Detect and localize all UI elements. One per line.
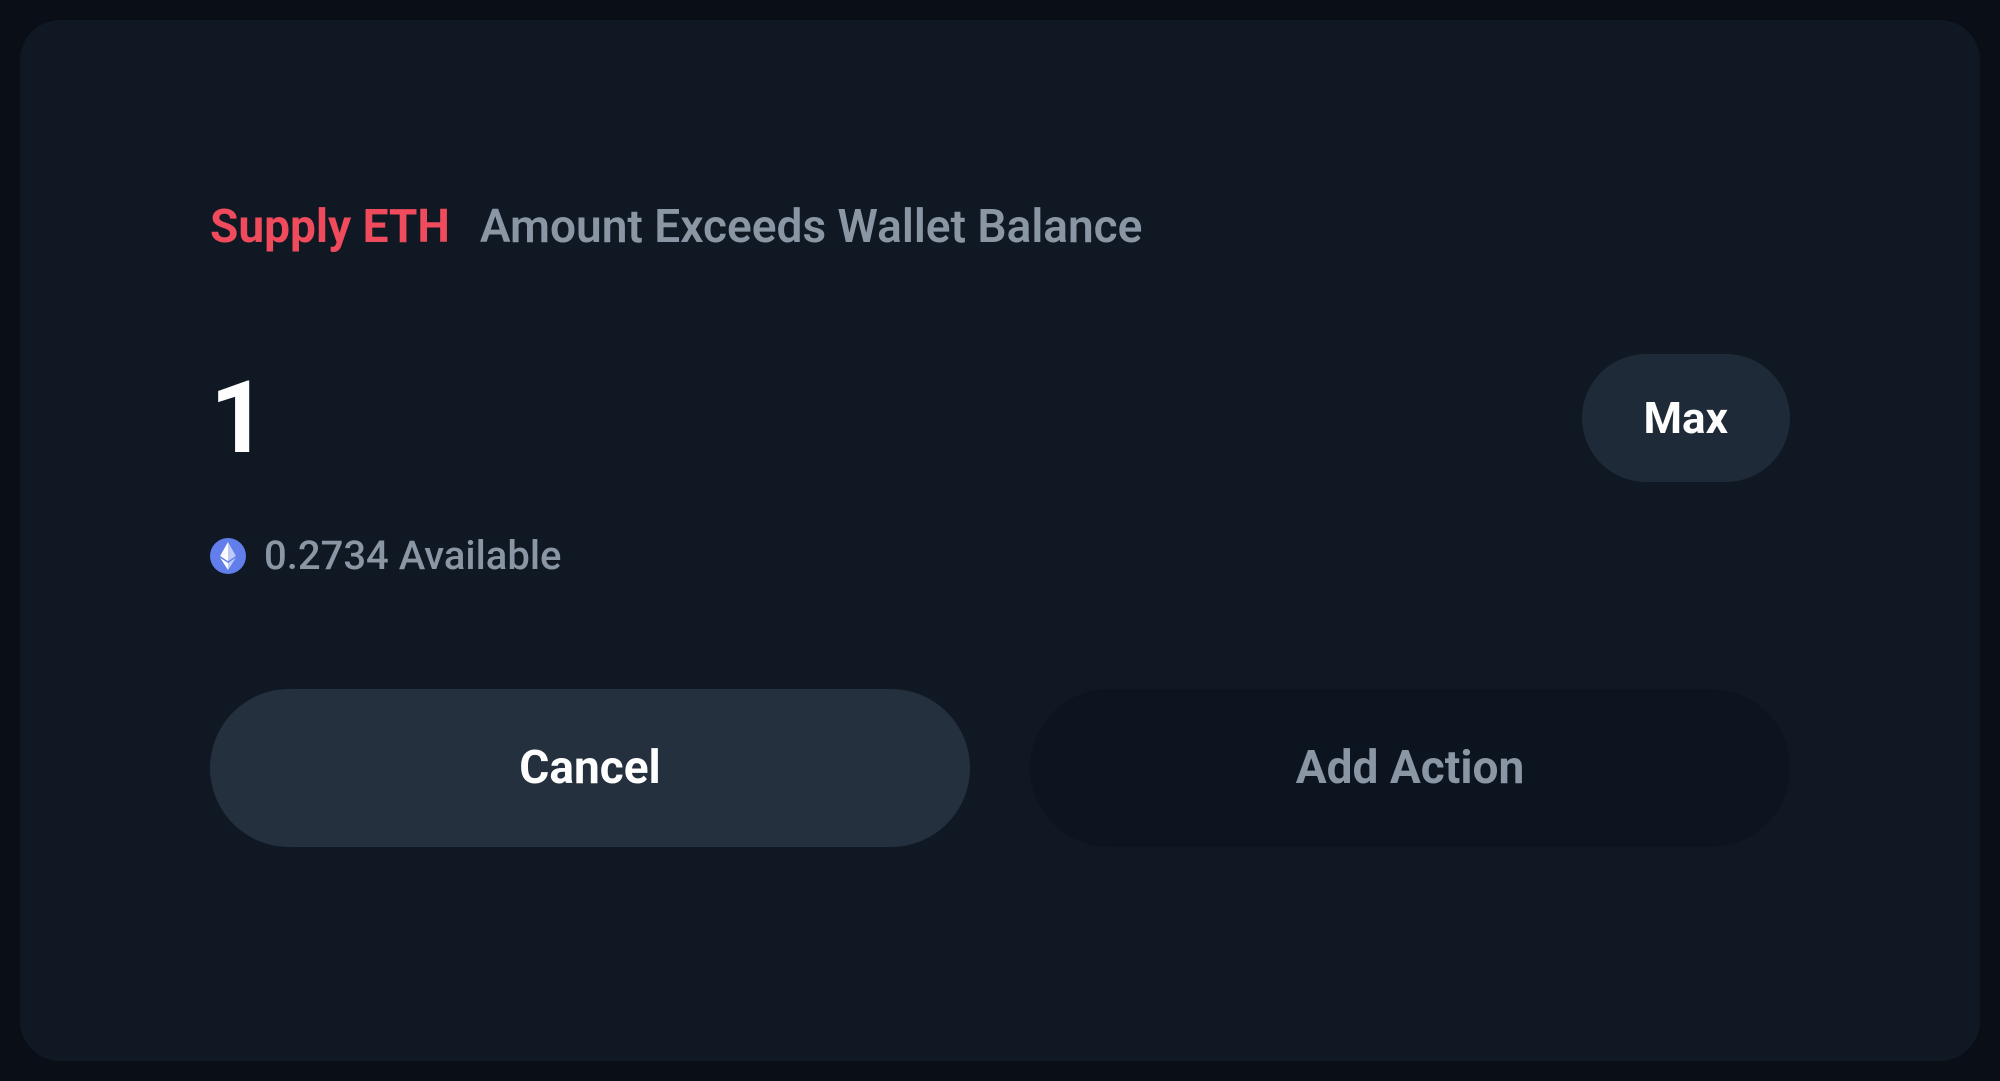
supply-panel: Supply ETH Amount Exceeds Wallet Balance… <box>20 20 1980 1061</box>
balance-row: 0.2734 Available <box>210 532 1790 579</box>
amount-input-row: Max <box>210 354 1790 482</box>
amount-input[interactable] <box>210 360 1158 477</box>
cancel-button[interactable]: Cancel <box>210 689 970 847</box>
action-buttons: Cancel Add Action <box>210 689 1790 847</box>
panel-title: Supply ETH <box>210 200 450 254</box>
panel-header: Supply ETH Amount Exceeds Wallet Balance <box>210 200 1790 254</box>
add-action-button[interactable]: Add Action <box>1030 689 1790 847</box>
ethereum-icon <box>210 538 246 574</box>
warning-message: Amount Exceeds Wallet Balance <box>480 200 1143 254</box>
max-button[interactable]: Max <box>1582 354 1790 482</box>
available-balance: 0.2734 Available <box>264 532 561 579</box>
